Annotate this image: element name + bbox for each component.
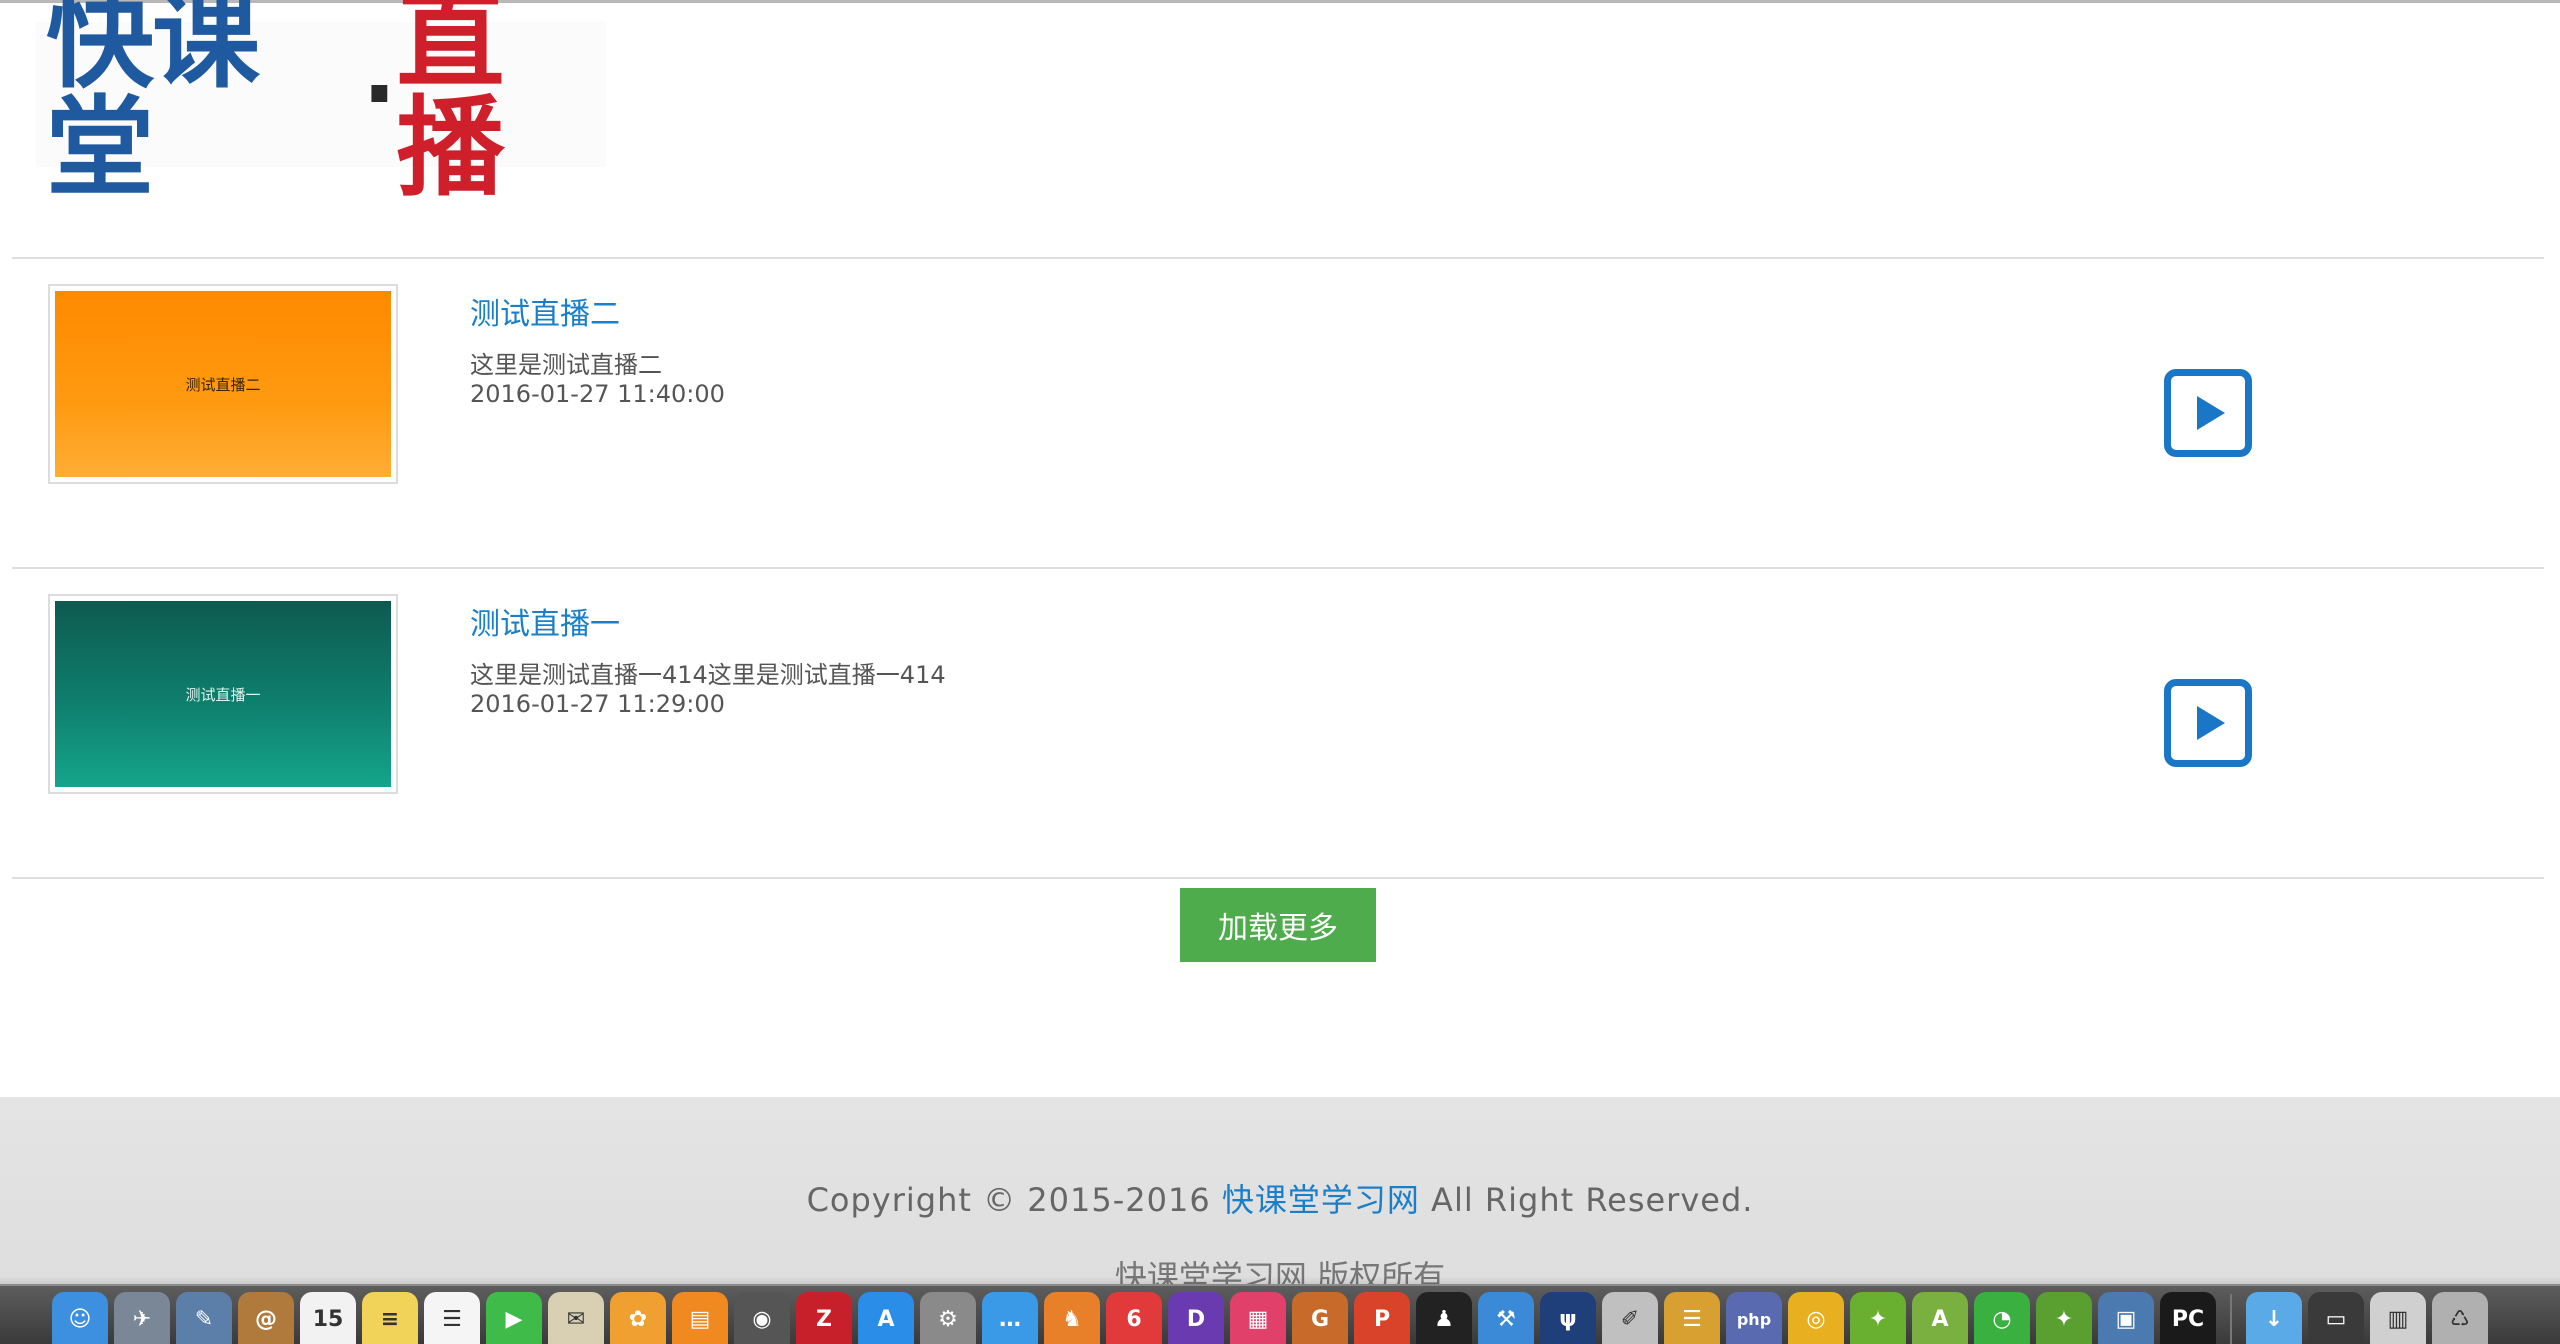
live-list-item: 测试直播一 测试直播一 这里是测试直播一414这里是测试直播一414 2016-… [12,569,2544,879]
copyright-suffix: All Right Reserved. [1419,1181,1754,1219]
android-studio-icon[interactable]: ✦ [1850,1292,1906,1344]
weibo-icon[interactable]: 6 [1106,1292,1162,1344]
live-title-link[interactable]: 测试直播一 [470,599,620,643]
intellij-icon[interactable]: ✦ [2036,1292,2092,1344]
notes-icon[interactable]: ≡ [362,1292,418,1344]
screenshot-icon[interactable]: ▭ [2308,1292,2364,1344]
image-viewer-icon[interactable]: ▣ [2098,1292,2154,1344]
site-logo[interactable]: 快课堂 · 直播 [36,0,606,202]
finder-icon[interactable]: ☺ [52,1292,108,1344]
script-editor-icon[interactable]: ✐ [1602,1292,1658,1344]
calendar-icon[interactable]: 15 [300,1292,356,1344]
play-icon [2197,706,2225,740]
footer: Copyright © 2015-2016 快课堂学习网 All Right R… [0,1097,2560,1287]
live-description: 这里是测试直播二 [470,351,662,379]
filezilla-icon[interactable]: Z [796,1292,852,1344]
messages-icon[interactable]: … [982,1292,1038,1344]
pycharm-icon[interactable]: PC [2160,1292,2216,1344]
app-store-icon[interactable]: A [858,1292,914,1344]
thumbnail-text: 测试直播二 [185,375,261,394]
qq-icon[interactable]: ♟ [1416,1292,1472,1344]
macos-dock: ☺ ✈ ✎ @15 ≡ ☰ ▶ ✉ ✿ ▤ ◉ Z A ⚙… ♞ 6 D ▦ G P ♟ ⚒ ψ ✐ ☰ php ◎ ✦ A ◔ ✦ ▣ PC ↓… [0,1284,2560,1344]
dock-separator [2230,1294,2232,1344]
reminders-icon[interactable]: ☰ [424,1292,480,1344]
downloads-folder-icon[interactable]: ↓ [2246,1292,2302,1344]
logo-text-part2: 直播 [396,0,504,211]
thumbnail-image: 测试直播二 [55,291,391,477]
launchpad-icon[interactable]: ✈ [114,1292,170,1344]
chrome-icon[interactable]: ◎ [1788,1292,1844,1344]
play-button[interactable] [2164,369,2252,457]
copyright-text: Copyright © 2015-2016 快课堂学习网 All Right R… [0,1175,2560,1221]
php-icon[interactable]: php [1726,1292,1782,1344]
live-thumbnail[interactable]: 测试直播一 [48,594,398,794]
colors-icon[interactable]: ▦ [1230,1292,1286,1344]
live-description: 这里是测试直播一414这里是测试直播一414 [470,661,946,689]
logo-dot: · [362,41,396,147]
sourcetree-icon[interactable]: ψ [1540,1292,1596,1344]
screenflow-icon[interactable]: G [1292,1292,1348,1344]
preview-icon[interactable]: ✎ [176,1292,232,1344]
android-icon[interactable]: A [1912,1292,1968,1344]
divider [12,877,2544,879]
facetime-icon[interactable]: ▶ [486,1292,542,1344]
xcode-icon[interactable]: ⚒ [1478,1292,1534,1344]
site-link[interactable]: 快课堂学习网 [1222,1181,1420,1219]
photos-icon[interactable]: ✿ [610,1292,666,1344]
page: 快课堂 · 直播 测试直播二 测试直播二 这里是测试直播二 2016-01-27… [0,0,2560,1344]
play-icon [2197,396,2225,430]
live-time: 2016-01-27 11:29:00 [470,690,725,718]
trash-icon[interactable]: ♺ [2432,1292,2488,1344]
mail-icon[interactable]: ✉ [548,1292,604,1344]
powerpoint-icon[interactable]: P [1354,1292,1410,1344]
top-border [0,0,2560,3]
live-time: 2016-01-27 11:40:00 [470,380,725,408]
document-icon[interactable]: ▥ [2370,1292,2426,1344]
copyright-prefix: Copyright © 2015-2016 [806,1181,1222,1219]
sequel-pro-icon[interactable]: ◉ [734,1292,790,1344]
play-button[interactable] [2164,679,2252,767]
dock-icons: ☺ ✈ ✎ @15 ≡ ☰ ▶ ✉ ✿ ▤ ◉ Z A ⚙… ♞ 6 D ▦ G P ♟ ⚒ ψ ✐ ☰ php ◎ ✦ A ◔ ✦ ▣ PC ↓… [52,1292,2488,1344]
load-more-button[interactable]: 加载更多 [1180,888,1376,962]
wechat-icon[interactable]: ◔ [1974,1292,2030,1344]
live-list-item: 测试直播二 测试直播二 这里是测试直播二 2016-01-27 11:40:00 [12,259,2544,569]
navicat-icon[interactable]: ♞ [1044,1292,1100,1344]
logo-text-part1: 快课堂 [46,0,260,211]
system-preferences-icon[interactable]: ⚙ [920,1292,976,1344]
thumbnail-text: 测试直播一 [185,685,261,704]
live-thumbnail[interactable]: 测试直播二 [48,284,398,484]
ibooks-icon[interactable]: ▤ [672,1292,728,1344]
thumbnail-image: 测试直播一 [55,601,391,787]
live-title-link[interactable]: 测试直播二 [470,289,620,333]
contacts-icon[interactable]: @ [238,1292,294,1344]
sequel-icon[interactable]: ☰ [1664,1292,1720,1344]
dash-icon[interactable]: D [1168,1292,1224,1344]
